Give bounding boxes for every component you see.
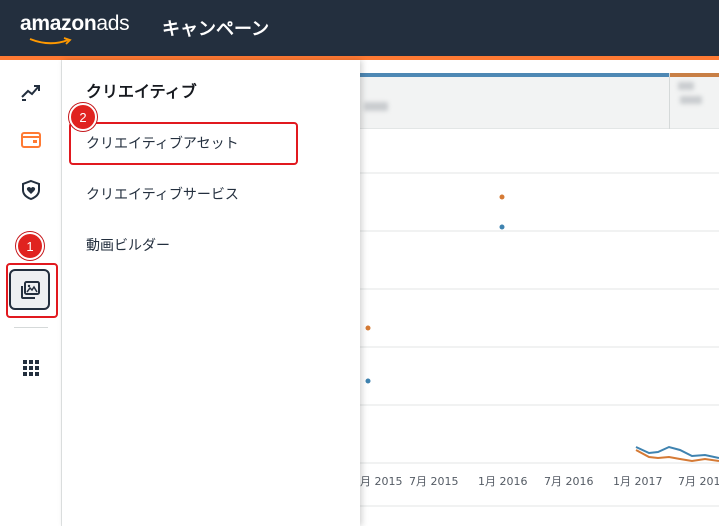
data-point (365, 325, 371, 331)
shield-heart-icon (22, 179, 40, 201)
chart-plot (360, 172, 719, 507)
nav-item-apps[interactable] (14, 351, 48, 385)
x-tick: 1月 2016 (478, 475, 528, 488)
performance-chart: 1月 2015 7月 2015 1月 2016 7月 2016 1月 2017 … (353, 60, 719, 526)
amazon-ads-logo[interactable]: amazonads (20, 12, 130, 45)
menu-item-video-builder[interactable]: 動画ビルダー (86, 235, 170, 255)
x-tick: 7月 2015 (409, 475, 459, 488)
menu-item-creative-services[interactable]: クリエイティブサービス (86, 184, 239, 204)
logo-text-bold: amazon (20, 12, 97, 35)
rail-divider (14, 327, 48, 328)
apps-grid-icon (23, 360, 39, 376)
data-point (499, 194, 505, 200)
page-title: キャンペーン (162, 19, 270, 40)
annotation-highlight-2 (69, 122, 298, 165)
logo-text-light: ads (96, 12, 130, 35)
x-tick: 7月 2017 (678, 475, 719, 488)
x-tick: 1月 2015 (353, 475, 403, 488)
top-bar: amazonads キャンペーン (0, 0, 719, 56)
annotation-badge-1: 1 (16, 232, 44, 260)
logo-smile-icon (29, 37, 72, 45)
annotation-badge-2: 2 (69, 103, 97, 131)
nav-item-trend[interactable] (14, 74, 48, 108)
data-point (365, 378, 371, 384)
wallet-icon (21, 132, 41, 148)
trend-icon (21, 85, 40, 101)
annotation-highlight-1 (6, 263, 58, 318)
x-tick: 7月 2016 (544, 475, 594, 488)
data-point (499, 224, 505, 230)
nav-item-wallet[interactable] (14, 123, 48, 157)
nav-item-shield[interactable] (14, 173, 48, 207)
x-tick: 1月 2017 (613, 475, 663, 488)
flyout-title: クリエイティブ (86, 82, 197, 101)
